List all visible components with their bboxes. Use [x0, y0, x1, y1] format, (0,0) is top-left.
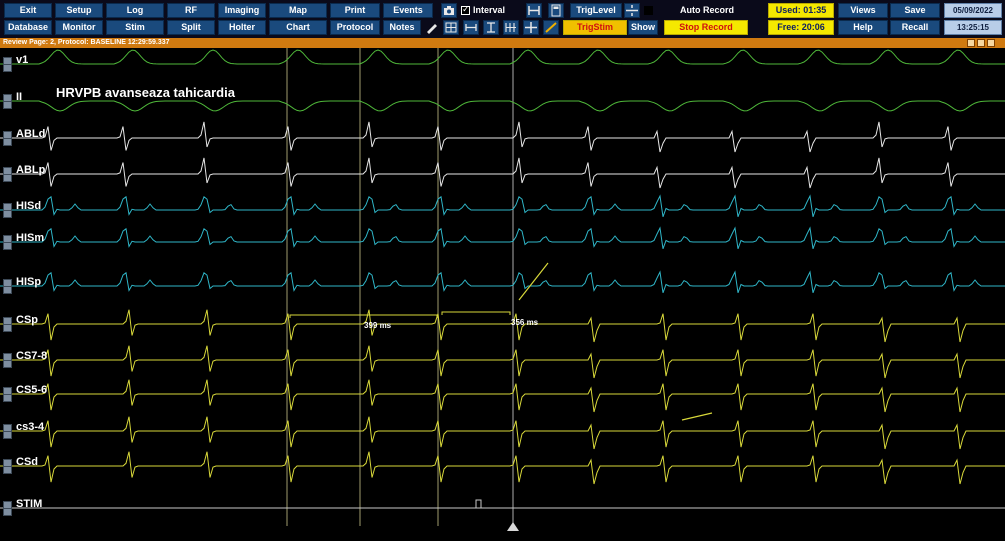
measurement-bracket-2 — [441, 311, 511, 315]
database-button[interactable]: Database — [4, 20, 52, 35]
grid-icon[interactable] — [443, 20, 459, 35]
help-button[interactable]: Help — [838, 20, 888, 35]
channel-gain-control[interactable] — [3, 203, 12, 218]
interval-checkbox[interactable] — [461, 4, 470, 15]
close-icon[interactable] — [987, 39, 995, 47]
protocol-button[interactable]: Protocol — [330, 20, 380, 35]
channel-gain-control[interactable] — [3, 459, 12, 474]
cursor-marker — [507, 522, 519, 531]
trace-area[interactable]: v1 II ABLd ABLp HISd HISm HISp CSp CS7-8 CS5-6 cs3… — [0, 48, 1005, 541]
events-button[interactable]: Events — [383, 3, 433, 18]
trace-canvas — [0, 48, 1005, 531]
exit-button[interactable]: Exit — [4, 3, 52, 18]
caliper-icon[interactable] — [526, 3, 542, 18]
interval-label: Interval — [473, 5, 506, 15]
channel-label: ABLd — [16, 128, 46, 140]
channel-gain-control[interactable] — [3, 57, 12, 72]
time-display: 13:25:15 — [944, 20, 1002, 35]
calculator-icon[interactable] — [548, 3, 564, 18]
auto-record-checkbox[interactable] — [644, 6, 653, 15]
minimize-icon[interactable] — [967, 39, 975, 47]
stim-pulse — [470, 499, 486, 509]
measurement-label-2: 356 ms — [511, 318, 539, 327]
channel-gain-control[interactable] — [3, 317, 12, 332]
imaging-button[interactable]: Imaging — [218, 3, 266, 18]
pencil-icon[interactable] — [424, 20, 440, 35]
views-button[interactable]: Views — [838, 3, 888, 18]
channel-gain-control[interactable] — [3, 353, 12, 368]
channel-label: HISd — [16, 200, 42, 212]
channel-gain-control[interactable] — [3, 94, 12, 109]
log-button[interactable]: Log — [106, 3, 164, 18]
waveform-hisd — [0, 194, 1005, 217]
toolbar: Exit Setup Log RF Imaging Map Print Even… — [0, 0, 1005, 38]
waveform-csp — [0, 309, 1005, 343]
channel-gain-control[interactable] — [3, 501, 12, 516]
measurement-bracket-1 — [289, 314, 438, 318]
review-bar: Review Page: 2, Protocol: BASELINE 12:29… — [0, 38, 1005, 48]
channel-label: ABLp — [16, 164, 46, 176]
waveform-ii — [0, 100, 1005, 112]
march-caliper-icon[interactable] — [503, 20, 519, 35]
print-button[interactable]: Print — [330, 3, 380, 18]
channel-label: cs3-4 — [16, 421, 45, 433]
channel-label: CSd — [16, 456, 38, 468]
annotation-text: HRVPB avanseaza tahicardia — [56, 85, 235, 100]
channel-gain-control[interactable] — [3, 167, 12, 182]
channel-label: HISp — [16, 276, 42, 288]
channel-label: II — [16, 91, 23, 103]
vertical-caliper-icon[interactable] — [483, 20, 499, 35]
trigger-slope-icon[interactable] — [543, 20, 559, 35]
holter-button[interactable]: Holter — [218, 20, 266, 35]
triglevel-button[interactable]: TrigLevel — [570, 3, 622, 18]
restore-icon[interactable] — [977, 39, 985, 47]
monitor-button[interactable]: Monitor — [55, 20, 103, 35]
split-button[interactable]: Split — [167, 20, 215, 35]
channel-label: CS7-8 — [16, 350, 48, 362]
channel-label: CSp — [16, 314, 38, 326]
channel-gain-control[interactable] — [3, 235, 12, 250]
recall-button[interactable]: Recall — [890, 20, 940, 35]
waveform-hism — [0, 226, 1005, 249]
waveform-abld — [0, 121, 1005, 153]
show-button[interactable]: Show — [628, 20, 658, 35]
review-info: Review Page: 2, Protocol: BASELINE 12:29… — [3, 39, 170, 46]
notes-button[interactable]: Notes — [383, 20, 421, 35]
chart-button[interactable]: Chart — [269, 20, 327, 35]
crosshair-icon[interactable] — [523, 20, 539, 35]
channel-label: STIM — [16, 498, 43, 510]
date-display: 05/09/2022 — [944, 3, 1002, 18]
channel-label: HISm — [16, 232, 45, 244]
used-time-indicator: Used: 01:35 — [768, 3, 834, 18]
waveform-ablp — [0, 157, 1005, 189]
channel-gain-control[interactable] — [3, 131, 12, 146]
rf-button[interactable]: RF — [167, 3, 215, 18]
waveform-cs7-8 — [0, 345, 1005, 379]
waveform-hisp — [0, 270, 1005, 293]
trigstim-button[interactable]: TrigStim — [563, 20, 627, 35]
auto-record-label: Auto Record — [680, 5, 734, 15]
arrow-cs — [681, 412, 713, 421]
horizontal-caliper-icon[interactable] — [463, 20, 479, 35]
map-button[interactable]: Map — [269, 3, 327, 18]
stim-button[interactable]: Stim — [106, 20, 164, 35]
setup-button[interactable]: Setup — [55, 3, 103, 18]
channel-gain-control[interactable] — [3, 424, 12, 439]
channel-label: v1 — [16, 54, 29, 66]
stop-record-button[interactable]: Stop Record — [664, 20, 748, 35]
measurement-label-1: 399 ms — [364, 321, 392, 330]
free-time-indicator: Free: 20:06 — [768, 20, 834, 35]
channel-label: CS5-6 — [16, 384, 48, 396]
channel-gain-control[interactable] — [3, 387, 12, 402]
waveform-v1 — [0, 49, 1005, 65]
camera-icon[interactable] — [441, 3, 457, 18]
split-vertical-icon[interactable] — [624, 3, 640, 18]
waveform-cs5-6 — [0, 379, 1005, 413]
waveform-csd — [0, 451, 1005, 485]
waveform-cs3-4 — [0, 416, 1005, 450]
channel-gain-control[interactable] — [3, 279, 12, 294]
save-button[interactable]: Save — [890, 3, 940, 18]
